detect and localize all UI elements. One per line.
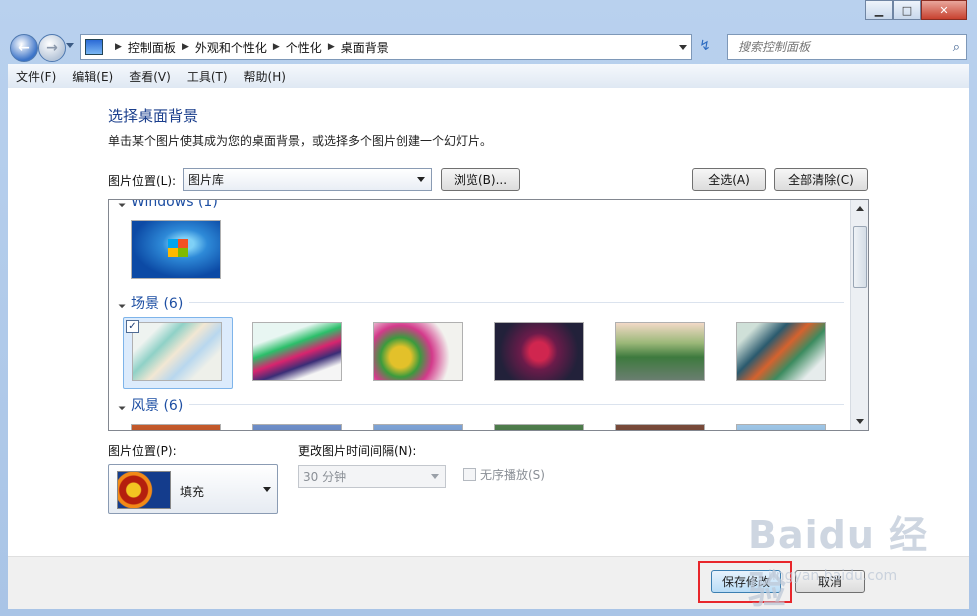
page-title: 选择桌面背景 bbox=[108, 107, 199, 125]
breadcrumb-separator-icon[interactable]: ▶ bbox=[328, 42, 335, 52]
footer-bar: 保存修改 取消 bbox=[8, 556, 969, 609]
highlight-annotation-box bbox=[698, 561, 792, 603]
shuffle-checkbox: 无序播放(S) bbox=[463, 466, 545, 483]
group-divider bbox=[189, 404, 844, 405]
back-button[interactable]: ← bbox=[10, 34, 38, 62]
close-button[interactable]: ✕ bbox=[921, 0, 967, 20]
maximize-button[interactable]: □ bbox=[893, 0, 921, 20]
interval-select: 30 分钟 bbox=[298, 465, 446, 488]
wallpaper-thumbnail[interactable] bbox=[131, 424, 221, 430]
recent-pages-chevron-icon[interactable] bbox=[66, 43, 74, 48]
breadcrumb-separator-icon: ▶ bbox=[115, 42, 122, 52]
checkbox-box bbox=[463, 468, 476, 481]
wallpaper-thumbnail[interactable] bbox=[373, 322, 463, 381]
menu-view[interactable]: 查看(V) bbox=[121, 68, 179, 85]
title-bar: ▁ □ ✕ bbox=[0, 0, 977, 30]
menu-bar: 文件(F) 编辑(E) 查看(V) 工具(T) 帮助(H) bbox=[8, 64, 969, 89]
group-divider bbox=[189, 302, 844, 303]
breadcrumb-item-personalization[interactable]: 个性化 bbox=[286, 39, 322, 56]
windows-logo-icon bbox=[168, 239, 188, 257]
select-all-button[interactable]: 全选(A) bbox=[692, 168, 766, 191]
menu-tools[interactable]: 工具(T) bbox=[179, 68, 236, 85]
breadcrumb-separator-icon[interactable]: ▶ bbox=[273, 42, 280, 52]
clear-all-button[interactable]: 全部清除(C) bbox=[774, 168, 868, 191]
breadcrumb-separator-icon[interactable]: ▶ bbox=[182, 42, 189, 52]
picture-position-label: 图片位置(P): bbox=[108, 444, 177, 458]
collapse-triangle-icon bbox=[116, 298, 126, 308]
caption-buttons: ▁ □ ✕ bbox=[865, 0, 967, 20]
scroll-down-arrow-icon[interactable] bbox=[856, 419, 864, 424]
refresh-button[interactable]: ↯ bbox=[694, 35, 716, 57]
interval-label: 更改图片时间间隔(N): bbox=[298, 444, 417, 458]
collapse-triangle-icon bbox=[116, 200, 126, 207]
address-bar[interactable]: ▶ 控制面板 ▶ 外观和个性化 ▶ 个性化 ▶ 桌面背景 bbox=[80, 34, 692, 60]
chevron-down-icon bbox=[417, 177, 425, 182]
control-panel-window: ▁ □ ✕ ← → ▶ 控制面板 ▶ 外观和个性化 ▶ 个性化 ▶ 桌面背景 ↯ bbox=[0, 0, 977, 616]
group-title: 风景 (6) bbox=[131, 398, 184, 414]
page-description: 单击某个图片使其成为您的桌面背景，或选择多个图片创建一个幻灯片。 bbox=[108, 134, 493, 148]
chevron-down-icon bbox=[263, 487, 271, 492]
interval-value: 30 分钟 bbox=[303, 470, 347, 484]
wallpaper-thumbnail[interactable] bbox=[252, 322, 342, 381]
group-title: 场景 (6) bbox=[131, 296, 184, 312]
picture-location-label: 图片位置(L): bbox=[108, 174, 177, 188]
forward-button[interactable]: → bbox=[38, 34, 66, 62]
picture-position-value: 填充 bbox=[180, 485, 205, 499]
main-content: 选择桌面背景 单击某个图片使其成为您的桌面背景，或选择多个图片创建一个幻灯片。 … bbox=[8, 88, 969, 556]
control-panel-icon bbox=[85, 39, 103, 55]
menu-edit[interactable]: 编辑(E) bbox=[64, 68, 121, 85]
wallpaper-thumbnail[interactable] bbox=[494, 322, 584, 381]
navigation-bar: ← → ▶ 控制面板 ▶ 外观和个性化 ▶ 个性化 ▶ 桌面背景 ↯ ⌕ bbox=[0, 30, 977, 64]
collapse-triangle-icon bbox=[116, 400, 126, 410]
wallpaper-thumbnail[interactable] bbox=[494, 424, 584, 430]
wallpaper-thumbnail[interactable] bbox=[252, 424, 342, 430]
group-header-landscapes[interactable]: 风景 (6) bbox=[116, 395, 184, 415]
selected-checkbox[interactable]: ✓ bbox=[126, 320, 139, 333]
wallpaper-thumbnail[interactable] bbox=[373, 424, 463, 430]
breadcrumb-item-appearance[interactable]: 外观和个性化 bbox=[195, 39, 267, 56]
cancel-button[interactable]: 取消 bbox=[795, 570, 865, 593]
scroll-up-arrow-icon[interactable] bbox=[856, 206, 864, 211]
menu-file[interactable]: 文件(F) bbox=[8, 68, 64, 85]
picture-location-value: 图片库 bbox=[188, 173, 225, 187]
breadcrumb-item-control-panel[interactable]: 控制面板 bbox=[128, 39, 176, 56]
wallpaper-thumbnail[interactable] bbox=[131, 220, 221, 279]
wallpaper-thumbnail[interactable] bbox=[736, 424, 826, 430]
browse-button[interactable]: 浏览(B)... bbox=[441, 168, 520, 191]
wallpaper-thumbnail[interactable] bbox=[132, 322, 222, 381]
picture-position-select[interactable]: 填充 bbox=[108, 464, 278, 514]
fill-preview-image bbox=[117, 471, 171, 509]
search-input[interactable] bbox=[736, 39, 940, 55]
search-icon[interactable]: ⌕ bbox=[953, 40, 960, 55]
breadcrumb: ▶ 控制面板 ▶ 外观和个性化 ▶ 个性化 ▶ 桌面背景 bbox=[109, 39, 389, 56]
minimize-button[interactable]: ▁ bbox=[865, 0, 893, 20]
wallpaper-thumbnail[interactable] bbox=[615, 424, 705, 430]
scrollbar-thumb[interactable] bbox=[853, 226, 867, 288]
wallpaper-gallery: Windows (1) 场景 (6) ✓ 风景 (6) bbox=[108, 199, 869, 431]
wallpaper-thumbnail[interactable] bbox=[615, 322, 705, 381]
gallery-scrollbar[interactable] bbox=[850, 200, 868, 430]
shuffle-label: 无序播放(S) bbox=[480, 468, 545, 482]
group-header-windows[interactable]: Windows (1) bbox=[116, 199, 218, 210]
search-box[interactable]: ⌕ bbox=[727, 34, 967, 60]
menu-help[interactable]: 帮助(H) bbox=[236, 68, 294, 85]
chevron-down-icon bbox=[431, 474, 439, 479]
group-title: Windows (1) bbox=[131, 199, 218, 210]
breadcrumb-item-desktop-background[interactable]: 桌面背景 bbox=[341, 39, 389, 56]
address-history-chevron-icon[interactable] bbox=[679, 44, 687, 50]
wallpaper-thumbnail[interactable] bbox=[736, 322, 826, 381]
picture-location-select[interactable]: 图片库 bbox=[183, 168, 432, 191]
group-header-scenes[interactable]: 场景 (6) bbox=[116, 293, 184, 313]
